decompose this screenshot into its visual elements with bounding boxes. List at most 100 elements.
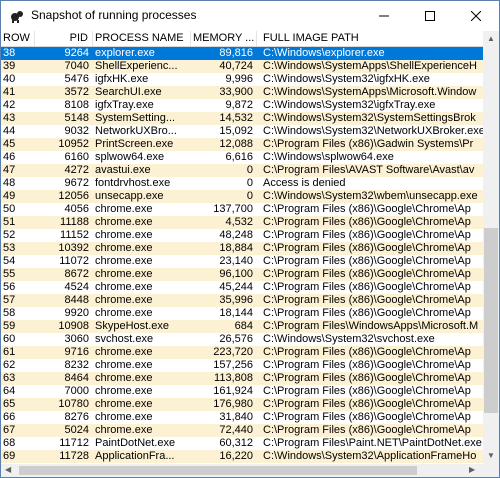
table-row[interactable]: 47 4272 avastui.exe 0 C:\Program Files\AVAST… bbox=[1, 164, 483, 177]
close-button[interactable] bbox=[453, 1, 499, 31]
row-number-cell: 56 bbox=[3, 281, 16, 293]
table-row[interactable]: 60 3060 svchost.exe 26,576 C:\Windows\System… bbox=[1, 333, 483, 346]
table-row[interactable]: 66 8276 chrome.exe 31,840 C:\Program Files (… bbox=[1, 411, 483, 424]
image-path-cell: C:\Program Files (x86)\Google\Chrome\Ap bbox=[263, 359, 471, 371]
pid-cell: 6160 bbox=[64, 151, 89, 163]
memory-cell: 89,816 bbox=[219, 47, 253, 59]
pid-cell: 10952 bbox=[58, 138, 89, 150]
memory-cell: 60,312 bbox=[219, 437, 253, 449]
pid-cell: 8276 bbox=[64, 411, 89, 423]
column-header-full-image-path[interactable]: FULL IMAGE PATH bbox=[257, 31, 483, 46]
table-row[interactable]: 58 9920 chrome.exe 18,144 C:\Program Files (… bbox=[1, 307, 483, 320]
table-row[interactable]: 52 11152 chrome.exe 48,248 C:\Program Files … bbox=[1, 229, 483, 242]
memory-cell: 0 bbox=[246, 164, 253, 176]
table-row[interactable]: 59 10908 SkypeHost.exe 684 C:\Program Files\… bbox=[1, 320, 483, 333]
table-row[interactable]: 49 12056 unsecapp.exe 0 C:\Windows\System32\… bbox=[1, 190, 483, 203]
vertical-scrollbar[interactable]: ▲ ▼ bbox=[483, 31, 499, 464]
table-row[interactable]: 43 5148 SystemSetting... 14,532 C:\Windows\S… bbox=[1, 112, 483, 125]
table-row[interactable]: 56 4524 chrome.exe 45,244 C:\Program Files (… bbox=[1, 281, 483, 294]
pid-cell: 10392 bbox=[58, 242, 89, 254]
table-row[interactable]: 64 7000 chrome.exe 161,924 C:\Program Files … bbox=[1, 385, 483, 398]
table-row[interactable]: 45 10952 PrintScreen.exe 12,088 C:\Program F… bbox=[1, 138, 483, 151]
pid-cell: 5476 bbox=[64, 73, 89, 85]
row-number-cell: 65 bbox=[3, 398, 16, 410]
row-number-cell: 51 bbox=[3, 216, 16, 228]
memory-cell: 96,100 bbox=[219, 268, 253, 280]
table-row[interactable]: 51 11188 chrome.exe 4,532 C:\Program Files (… bbox=[1, 216, 483, 229]
row-number-cell: 44 bbox=[3, 125, 16, 137]
memory-cell: 684 bbox=[234, 320, 253, 332]
table-row[interactable]: 48 9672 fontdrvhost.exe 0 Access is denied bbox=[1, 177, 483, 190]
pid-cell: 3060 bbox=[64, 333, 89, 345]
pid-cell: 8448 bbox=[64, 294, 89, 306]
row-number-cell: 48 bbox=[3, 177, 16, 189]
maximize-button[interactable] bbox=[407, 1, 453, 31]
image-path-cell: C:\Program Files (x86)\Google\Chrome\Ap bbox=[263, 372, 471, 384]
scroll-left-icon[interactable]: ◀ bbox=[5, 465, 11, 475]
column-header-memory[interactable]: MEMORY ... bbox=[191, 31, 257, 46]
table-row[interactable]: 42 8108 igfxTray.exe 9,872 C:\Windows\System… bbox=[1, 99, 483, 112]
table-row[interactable]: 40 5476 igfxHK.exe 9,996 C:\Windows\System32… bbox=[1, 73, 483, 86]
table-row[interactable]: 63 8464 chrome.exe 113,808 C:\Program Files … bbox=[1, 372, 483, 385]
horizontal-scroll-thumb[interactable] bbox=[19, 466, 417, 475]
table-row[interactable]: 69 11728 ApplicationFra... 16,220 C:\Windows… bbox=[1, 450, 483, 463]
row-number-cell: 50 bbox=[3, 203, 16, 215]
process-snapshot-window: Snapshot of running processes ROW PID PR… bbox=[0, 0, 500, 478]
table-row[interactable]: 44 9032 NetworkUXBro... 15,092 C:\Windows\Sy… bbox=[1, 125, 483, 138]
memory-cell: 12,088 bbox=[219, 138, 253, 150]
table-row[interactable]: 41 3572 SearchUI.exe 33,900 C:\Windows\Syste… bbox=[1, 86, 483, 99]
table-row[interactable]: 53 10392 chrome.exe 18,884 C:\Program Files … bbox=[1, 242, 483, 255]
image-path-cell: C:\Program Files (x86)\Google\Chrome\Ap bbox=[263, 398, 471, 410]
horizontal-scrollbar[interactable]: ◀ ▶ bbox=[1, 464, 483, 477]
process-name-cell: NetworkUXBro... bbox=[95, 125, 177, 137]
table-row[interactable]: 61 9716 chrome.exe 223,720 C:\Program Files … bbox=[1, 346, 483, 359]
memory-cell: 26,576 bbox=[219, 333, 253, 345]
column-header-row[interactable]: ROW bbox=[1, 31, 35, 46]
image-path-cell: C:\Windows\System32\NetworkUXBroker.exe bbox=[263, 125, 483, 137]
image-path-cell: C:\Program Files\Paint.NET\PaintDotNet.e… bbox=[263, 437, 482, 449]
table-row[interactable]: 50 4056 chrome.exe 137,700 C:\Program Files … bbox=[1, 203, 483, 216]
image-path-cell: C:\Program Files (x86)\Google\Chrome\Ap bbox=[263, 307, 471, 319]
scroll-right-icon[interactable]: ▶ bbox=[469, 465, 475, 475]
pid-cell: 9672 bbox=[64, 177, 89, 189]
vertical-scroll-thumb[interactable] bbox=[484, 228, 498, 413]
pid-cell: 8232 bbox=[64, 359, 89, 371]
column-header-pid[interactable]: PID bbox=[35, 31, 93, 46]
title-bar[interactable]: Snapshot of running processes bbox=[1, 1, 499, 31]
table-row[interactable]: 67 5024 chrome.exe 72,440 C:\Program Files (… bbox=[1, 424, 483, 437]
pid-cell: 12056 bbox=[58, 190, 89, 202]
row-number-cell: 67 bbox=[3, 424, 16, 436]
memory-cell: 16,220 bbox=[219, 450, 253, 462]
table-row[interactable]: 57 8448 chrome.exe 35,996 C:\Program Files (… bbox=[1, 294, 483, 307]
process-table[interactable]: ROW PID PROCESS NAME MEMORY ... FULL IMA… bbox=[1, 31, 483, 464]
table-row[interactable]: 62 8232 chrome.exe 157,256 C:\Program Files … bbox=[1, 359, 483, 372]
table-row[interactable]: 55 8672 chrome.exe 96,100 C:\Program Files (… bbox=[1, 268, 483, 281]
table-row[interactable]: 38 9264 explorer.exe 89,816 C:\Windows\explo… bbox=[1, 47, 483, 60]
scroll-up-icon[interactable]: ▲ bbox=[487, 34, 495, 44]
column-header-process-name[interactable]: PROCESS NAME bbox=[93, 31, 191, 46]
process-name-cell: SearchUI.exe bbox=[95, 86, 162, 98]
process-name-cell: chrome.exe bbox=[95, 203, 153, 215]
memory-cell: 40,724 bbox=[219, 60, 253, 72]
minimize-button[interactable] bbox=[361, 1, 407, 31]
table-row[interactable]: 54 11072 chrome.exe 23,140 C:\Program Files … bbox=[1, 255, 483, 268]
table-row[interactable]: 65 10780 chrome.exe 176,980 C:\Program Files… bbox=[1, 398, 483, 411]
pid-cell: 5148 bbox=[64, 112, 89, 124]
memory-cell: 176,980 bbox=[213, 398, 253, 410]
memory-cell: 157,256 bbox=[213, 359, 253, 371]
image-path-cell: C:\Program Files (x86)\Google\Chrome\Ap bbox=[263, 424, 471, 436]
row-number-cell: 68 bbox=[3, 437, 16, 449]
image-path-cell: C:\Program Files (x86)\Google\Chrome\Ap bbox=[263, 268, 471, 280]
table-row[interactable]: 68 11712 PaintDotNet.exe 60,312 C:\Program F… bbox=[1, 437, 483, 450]
process-name-cell: chrome.exe bbox=[95, 385, 153, 397]
table-row[interactable]: 46 6160 splwow64.exe 6,616 C:\Windows\splwow… bbox=[1, 151, 483, 164]
image-path-cell: C:\Windows\explorer.exe bbox=[263, 47, 385, 59]
scroll-down-icon[interactable]: ▼ bbox=[487, 451, 495, 461]
app-icon bbox=[11, 11, 23, 23]
memory-cell: 113,808 bbox=[214, 372, 253, 384]
process-name-cell: chrome.exe bbox=[95, 411, 153, 423]
row-number-cell: 66 bbox=[3, 411, 16, 423]
table-row[interactable]: 39 7040 ShellExperienc... 40,724 C:\Windows\… bbox=[1, 60, 483, 73]
image-path-cell: C:\Program Files (x86)\Google\Chrome\Ap bbox=[263, 242, 471, 254]
memory-cell: 18,144 bbox=[219, 307, 253, 319]
